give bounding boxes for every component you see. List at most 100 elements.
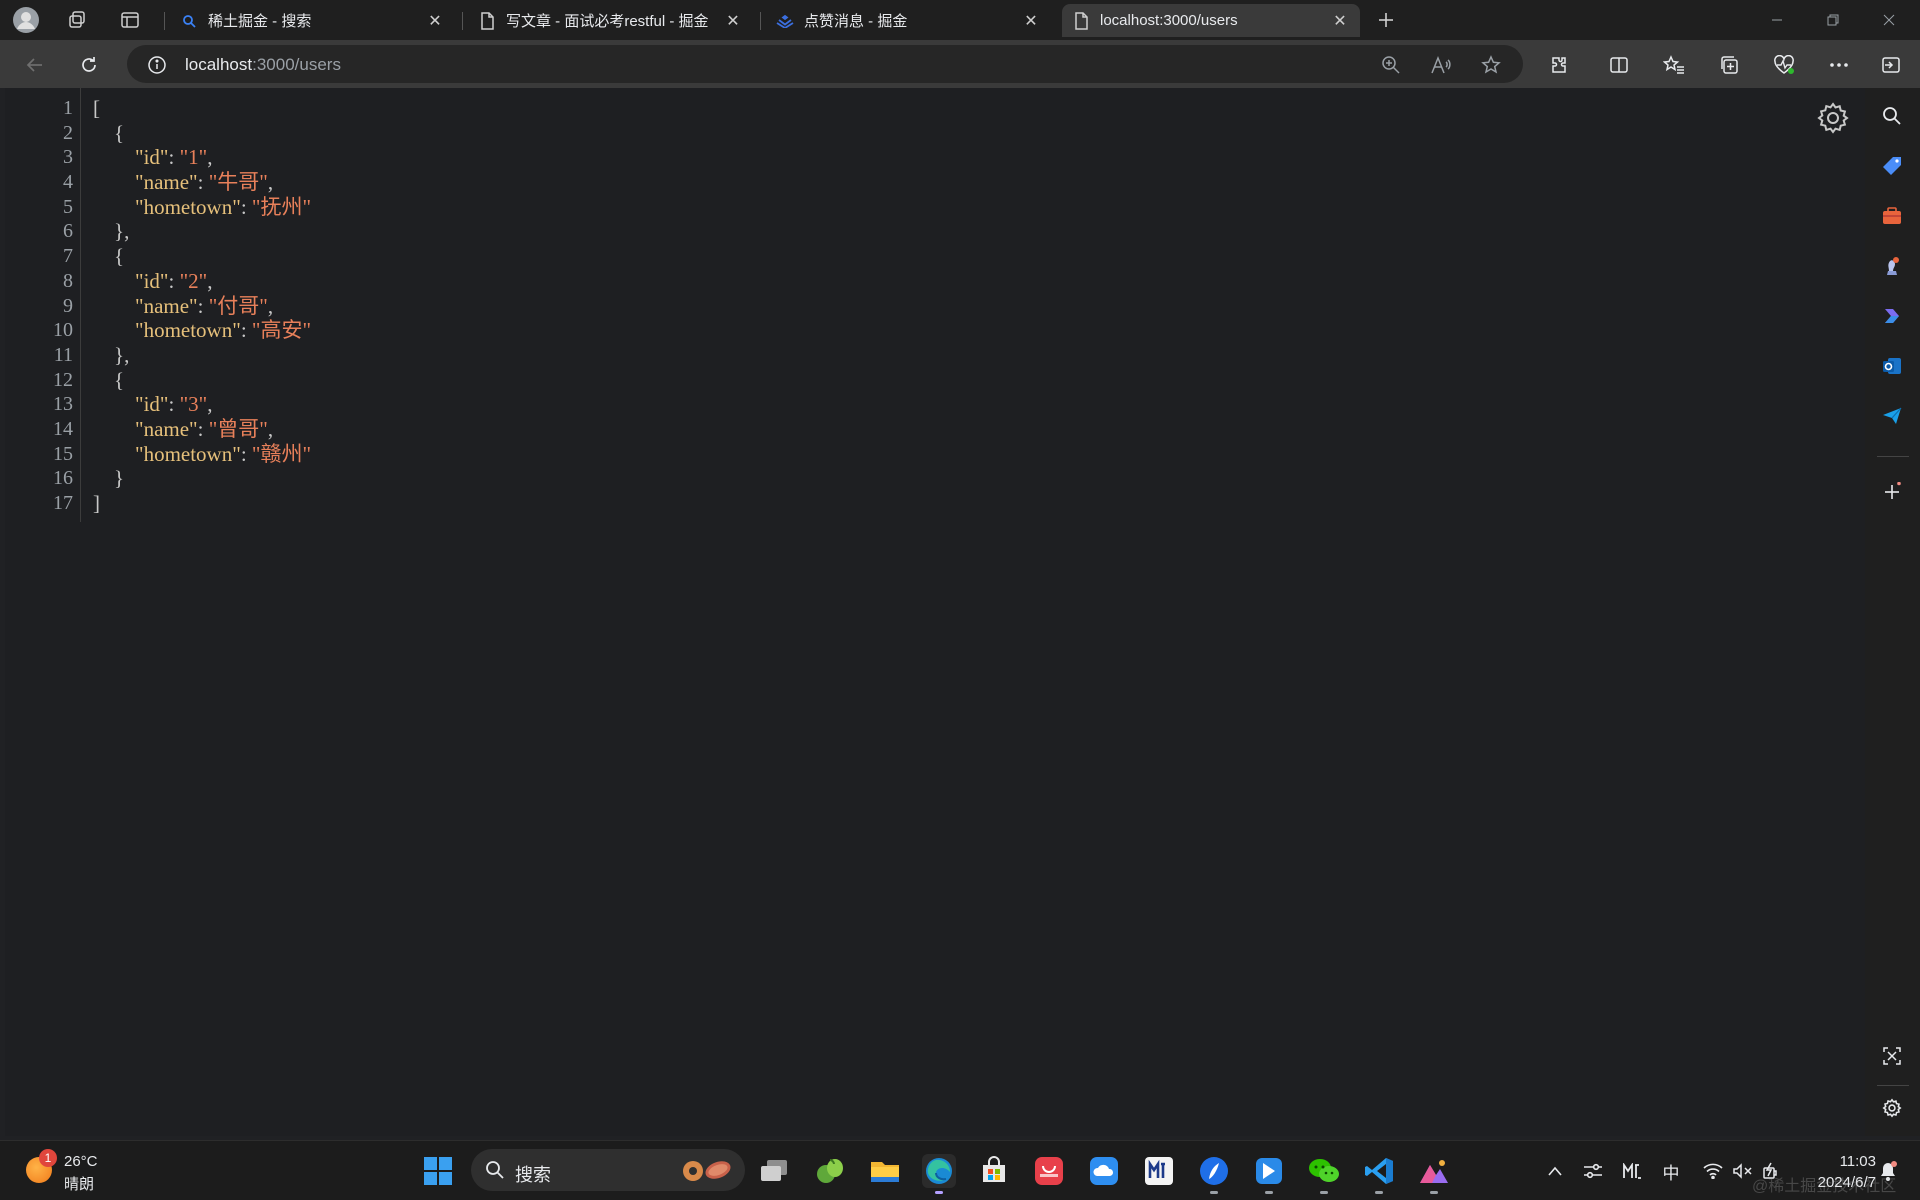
user-id: 3 [188,392,199,417]
close-window-button[interactable] [1861,0,1917,40]
outlook-icon[interactable] [1878,352,1906,380]
tab-write-article[interactable]: 写文章 - 面试必考restful - 掘金 ✕ [468,4,753,37]
json-property-name: "name": "牛哥", [135,170,274,195]
weather-description: 晴朗 [64,1176,95,1193]
huawei-app-icon[interactable] [1032,1154,1066,1188]
json-key: "hometown" [135,441,241,466]
vscode-icon[interactable] [1362,1154,1396,1188]
json-open-brace: { [93,367,125,392]
json-close-brace: } [93,466,125,491]
line-number: 14 [53,417,73,440]
json-value: "2" [179,268,208,293]
copilot-icon[interactable] [1878,302,1906,330]
tray-app-icon[interactable] [1621,1160,1643,1182]
new-tab-icon[interactable] [1372,6,1400,34]
tab-localhost-users[interactable]: localhost:3000/users ✕ [1062,4,1360,37]
control-center-icon[interactable] [1582,1160,1604,1182]
viewer-settings-gear-icon[interactable] [1816,101,1850,135]
cloud-drive-icon[interactable] [1087,1154,1121,1188]
split-screen-icon[interactable] [1604,50,1634,80]
add-sidebar-app-icon[interactable] [1878,478,1906,506]
profile-avatar[interactable] [12,6,40,34]
clock-time[interactable]: 11:03 [1820,1153,1876,1170]
markdown-editor-icon[interactable] [1142,1154,1176,1188]
line-number: 4 [63,171,73,194]
sidebar-search-icon[interactable] [1878,102,1906,130]
windows-start-icon[interactable] [421,1154,455,1188]
line-number: 7 [63,245,73,268]
page-favicon-icon [1072,11,1090,30]
back-button[interactable] [20,50,50,80]
lark-docs-icon[interactable] [1252,1154,1286,1188]
show-hidden-icons-chevron-up-icon[interactable] [1544,1160,1566,1182]
microsoft-store-icon[interactable] [977,1154,1011,1188]
user-name: 付哥 [217,293,260,318]
site-info-icon[interactable] [143,51,171,79]
extensions-icon[interactable] [1544,50,1574,80]
line-number: 6 [63,220,73,243]
feishu-running-indicator [1210,1191,1218,1194]
wechat-running-indicator [1320,1191,1328,1194]
taskbar-search-box[interactable]: 搜索 [471,1149,745,1191]
minimize-button[interactable] [1749,0,1805,40]
ime-indicator[interactable]: 中 [1660,1160,1682,1183]
url-host: localhost [185,55,253,74]
wifi-icon[interactable] [1702,1160,1724,1182]
json-property-name: "name": "付哥", [135,293,274,318]
json-value: "牛哥" [208,170,268,195]
sidebar-toggle-icon[interactable] [1876,50,1906,80]
collections-icon[interactable] [1714,50,1744,80]
feishu-app-icon[interactable] [1197,1154,1231,1188]
workspaces-icon[interactable] [63,6,91,34]
user-id: 2 [188,268,199,293]
tab-juejin-search[interactable]: 稀土掘金 - 搜索 ✕ [170,4,455,37]
url-text[interactable]: localhost:3000/users [185,55,341,75]
json-property-id: "id": "1", [135,145,213,170]
json-key: "id" [135,145,169,170]
line-number: 9 [63,294,73,317]
close-tab-icon[interactable]: ✕ [1021,11,1041,31]
screenshot-icon[interactable] [1878,1042,1906,1070]
favorites-icon[interactable] [1659,50,1689,80]
json-open-bracket: [ [93,96,100,120]
json-value: "赣州" [251,441,312,466]
weather-widget[interactable]: 1 26°C 晴朗 [20,1141,140,1199]
edge-browser-icon[interactable] [922,1154,956,1188]
games-chess-icon[interactable] [1878,252,1906,280]
browser-essentials-icon[interactable] [1769,50,1799,80]
close-tab-icon[interactable]: ✕ [425,11,445,31]
gutter-divider [80,88,81,522]
leaf-app-icon[interactable] [813,1154,847,1188]
close-tab-icon[interactable]: ✕ [723,11,743,31]
user-hometown: 高安 [260,318,303,343]
vertical-tabs-icon[interactable] [116,6,144,34]
task-view-icon[interactable] [757,1154,791,1188]
mountain-app-icon[interactable] [1417,1154,1451,1188]
refresh-button[interactable] [74,50,104,80]
line-number: 11 [53,343,73,366]
volume-muted-icon[interactable] [1731,1160,1753,1182]
lark-running-indicator [1265,1191,1273,1194]
send-paper-plane-icon[interactable] [1878,402,1906,430]
close-tab-icon[interactable]: ✕ [1330,11,1350,31]
favorite-star-icon[interactable] [1477,51,1505,79]
read-aloud-icon[interactable] [1427,51,1455,79]
watermark-text: @稀土掘金技术社区 [1752,1178,1897,1195]
zoom-icon[interactable] [1377,51,1405,79]
restore-button[interactable] [1805,0,1861,40]
user-id: 1 [188,145,199,170]
address-bar[interactable]: localhost:3000/users [127,45,1523,83]
more-options-icon[interactable] [1824,50,1854,80]
user-name: 牛哥 [217,170,260,195]
file-explorer-icon[interactable] [868,1154,902,1188]
tab-like-messages[interactable]: 点赞消息 - 掘金 ✕ [766,4,1051,37]
wechat-icon[interactable] [1307,1154,1341,1188]
json-property-name: "name": "曾哥", [135,416,274,441]
sidebar-settings-gear-icon[interactable] [1878,1094,1906,1122]
taskbar-search-label: 搜索 [515,1165,551,1185]
tab-strip: 稀土掘金 - 搜索 ✕ 写文章 - 面试必考restful - 掘金 ✕ 点赞消… [0,0,1920,40]
json-code[interactable]: [ { "id": "1", "name": "牛哥", "hometown":… [93,96,311,516]
tools-briefcase-icon[interactable] [1878,202,1906,230]
shopping-tag-icon[interactable] [1878,152,1906,180]
line-number: 16 [53,467,73,490]
